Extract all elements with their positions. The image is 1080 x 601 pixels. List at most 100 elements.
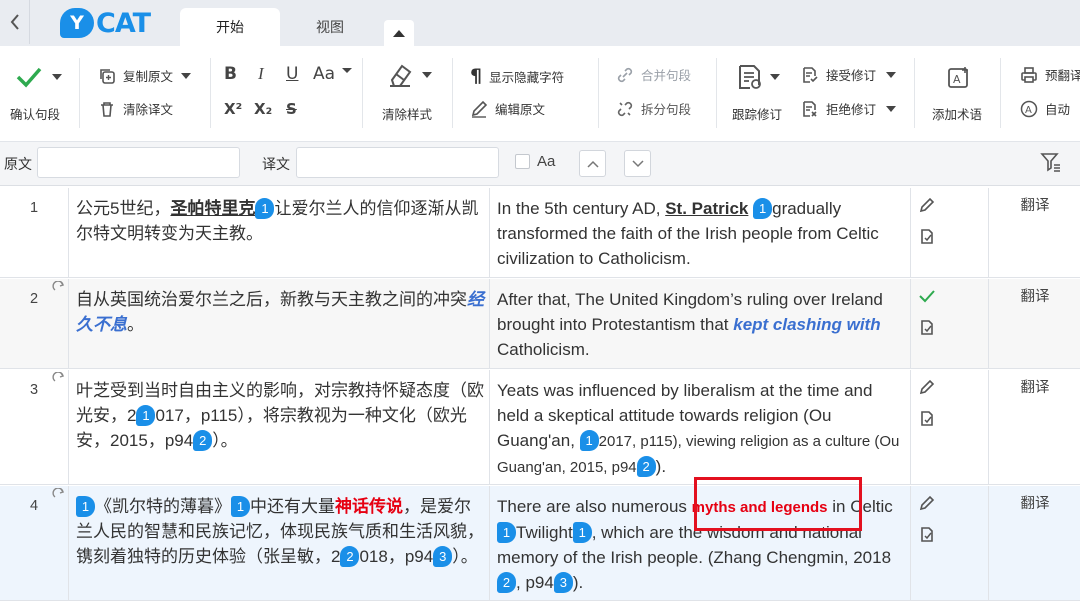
inline-tag[interactable]: 1 (497, 522, 516, 543)
confirm-button[interactable] (16, 66, 62, 88)
inline-tag[interactable]: 1 (579, 430, 599, 451)
term-highlight: St. Patrick (665, 199, 749, 218)
emphasis-text: myths and legends (691, 499, 828, 516)
lock-edit-icon[interactable] (918, 317, 942, 343)
auto-a-icon: A (1020, 100, 1038, 117)
previous-match-button[interactable] (579, 150, 606, 177)
eraser-icon (390, 64, 412, 87)
pencil-icon[interactable] (918, 378, 942, 404)
advanced-filter-button[interactable] (1040, 152, 1062, 177)
inline-tag[interactable]: 2 (340, 546, 360, 567)
trash-icon (101, 101, 113, 117)
back-button[interactable] (0, 0, 30, 44)
pencil-icon[interactable] (918, 494, 942, 520)
show-hidden-button[interactable]: ¶ 显示隐藏字符 (470, 65, 564, 87)
accept-icon (803, 66, 818, 83)
top-bar: Y CAT 开始 视图 (0, 0, 1080, 46)
edit-icon (471, 100, 488, 118)
segment-number: 2 (29, 291, 39, 307)
copy-source-button[interactable]: 复制原文 (98, 66, 192, 85)
split-segment-button[interactable]: 拆分句段 (616, 99, 691, 118)
target-text[interactable]: After that, The United Kingdom’s ruling … (497, 287, 907, 362)
add-term-button[interactable]: A (946, 65, 972, 91)
collapse-ribbon-button[interactable] (384, 20, 414, 46)
document-track-icon (739, 65, 761, 89)
superscript-button[interactable]: X² (224, 100, 242, 118)
inline-tag[interactable]: 3 (433, 546, 453, 567)
chevron-down-icon (181, 72, 192, 79)
segment-row-1[interactable]: 1 公元5世纪，圣帕特里克 1 让爱尔兰人的信仰逐渐从凯尔特文明转变为天主教。 In… (0, 188, 1080, 278)
inline-tag[interactable]: 1 (572, 522, 592, 543)
segment-row-2[interactable]: 2 自从英国统治爱尔兰之后，新教与天主教之间的冲突经久不息。 After tha… (0, 279, 1080, 369)
chevron-down-icon (770, 74, 780, 80)
pretranslate-button[interactable]: 预翻译 (1020, 65, 1080, 84)
edit-source-label: 编辑原文 (495, 103, 546, 117)
inline-tag[interactable]: 1 (753, 198, 773, 219)
track-changes-button[interactable] (736, 63, 780, 91)
target-text[interactable]: Yeats was influenced by liberalism at th… (497, 378, 907, 480)
segment-status[interactable]: 翻译 (990, 492, 1080, 513)
target-text[interactable]: In the 5th century AD, St. Patrick 1 grad… (497, 196, 907, 271)
lock-edit-icon[interactable] (918, 524, 942, 550)
chevron-up-icon (586, 160, 599, 168)
segment-status[interactable]: 翻译 (990, 285, 1080, 306)
svg-text:A: A (953, 73, 961, 86)
tab-start[interactable]: 开始 (180, 8, 280, 46)
segment-status[interactable]: 翻译 (990, 376, 1080, 397)
logo-badge: Y (60, 8, 94, 38)
bold-button[interactable]: B (224, 64, 237, 84)
auto-button[interactable]: A 自动 (1020, 99, 1070, 118)
segment-row-4[interactable]: 4 1 《凯尔特的薄暮》 1 中还有大量神话传说，是爱尔兰人民的智慧和民族记忆，体现民… (0, 486, 1080, 601)
segment-status[interactable]: 翻译 (990, 194, 1080, 215)
source-filter-input[interactable] (37, 147, 240, 178)
merge-label: 合并句段 (641, 69, 692, 83)
inline-tag[interactable]: 1 (255, 198, 275, 219)
merge-segment-button[interactable]: 合并句段 (616, 65, 691, 84)
chevron-down-icon (886, 105, 897, 112)
inline-tag[interactable]: 2 (497, 572, 516, 593)
source-text[interactable]: 自从英国统治爱尔兰之后，新教与天主教之间的冲突经久不息。 (76, 287, 486, 337)
copy-source-label: 复制原文 (123, 70, 174, 84)
confirmed-check-icon[interactable] (918, 287, 942, 313)
inline-tag[interactable]: 1 (231, 496, 250, 517)
source-text[interactable]: 叶芝受到当时自由主义的影响，对宗教持怀疑态度（欧光安，2 1 017，p115），将… (76, 378, 486, 453)
triangle-up-icon (393, 30, 405, 37)
edit-source-button[interactable]: 编辑原文 (470, 99, 545, 118)
italic-button[interactable]: I (258, 64, 264, 84)
accept-changes-button[interactable]: 接受修订 (801, 65, 897, 84)
split-label: 拆分句段 (641, 103, 692, 117)
match-case-checkbox[interactable] (515, 154, 530, 169)
next-match-button[interactable] (624, 150, 651, 177)
target-filter-label: 译文 (262, 156, 290, 172)
pilcrow-icon: ¶ (470, 65, 483, 87)
reject-changes-label: 拒绝修订 (826, 103, 877, 117)
chevron-left-icon (10, 14, 19, 30)
source-text[interactable]: 1 《凯尔特的薄暮》 1 中还有大量神话传说，是爱尔兰人民的智慧和民族记忆，体现民族气… (76, 494, 486, 569)
subscript-button[interactable]: X₂ (254, 100, 272, 118)
lock-edit-icon[interactable] (918, 408, 942, 434)
inline-tag[interactable]: 2 (193, 430, 213, 451)
inline-tag[interactable]: 1 (76, 496, 95, 517)
inline-tag[interactable]: 3 (553, 572, 573, 593)
strikethrough-button[interactable]: S (286, 100, 297, 118)
source-text[interactable]: 公元5世纪，圣帕特里克 1 让爱尔兰人的信仰逐渐从凯尔特文明转变为天主教。 (76, 196, 486, 246)
accept-changes-label: 接受修订 (826, 69, 877, 83)
segment-number: 3 (29, 382, 39, 398)
lock-edit-icon[interactable] (918, 226, 942, 252)
reject-changes-button[interactable]: 拒绝修订 (801, 99, 897, 118)
inline-tag[interactable]: 1 (136, 405, 156, 426)
segment-row-3[interactable]: 3 叶芝受到当时自由主义的影响，对宗教持怀疑态度（欧光安，2 1 017，p115）… (0, 370, 1080, 485)
check-icon (16, 67, 42, 88)
chevron-down-icon (342, 68, 352, 73)
auto-label: 自动 (1045, 103, 1071, 117)
inline-tag[interactable]: 2 (636, 456, 656, 477)
case-button[interactable]: Aa (313, 64, 335, 84)
app-logo: Y CAT (60, 8, 151, 39)
target-text[interactable]: There are also numerous myths and legend… (497, 494, 907, 595)
target-filter-input[interactable] (296, 147, 499, 178)
pencil-icon[interactable] (918, 196, 942, 222)
tab-view[interactable]: 视图 (290, 8, 370, 46)
underline-button[interactable]: U (286, 64, 298, 84)
clear-format-button[interactable] (386, 62, 432, 88)
clear-translation-button[interactable]: 清除译文 (98, 99, 173, 118)
